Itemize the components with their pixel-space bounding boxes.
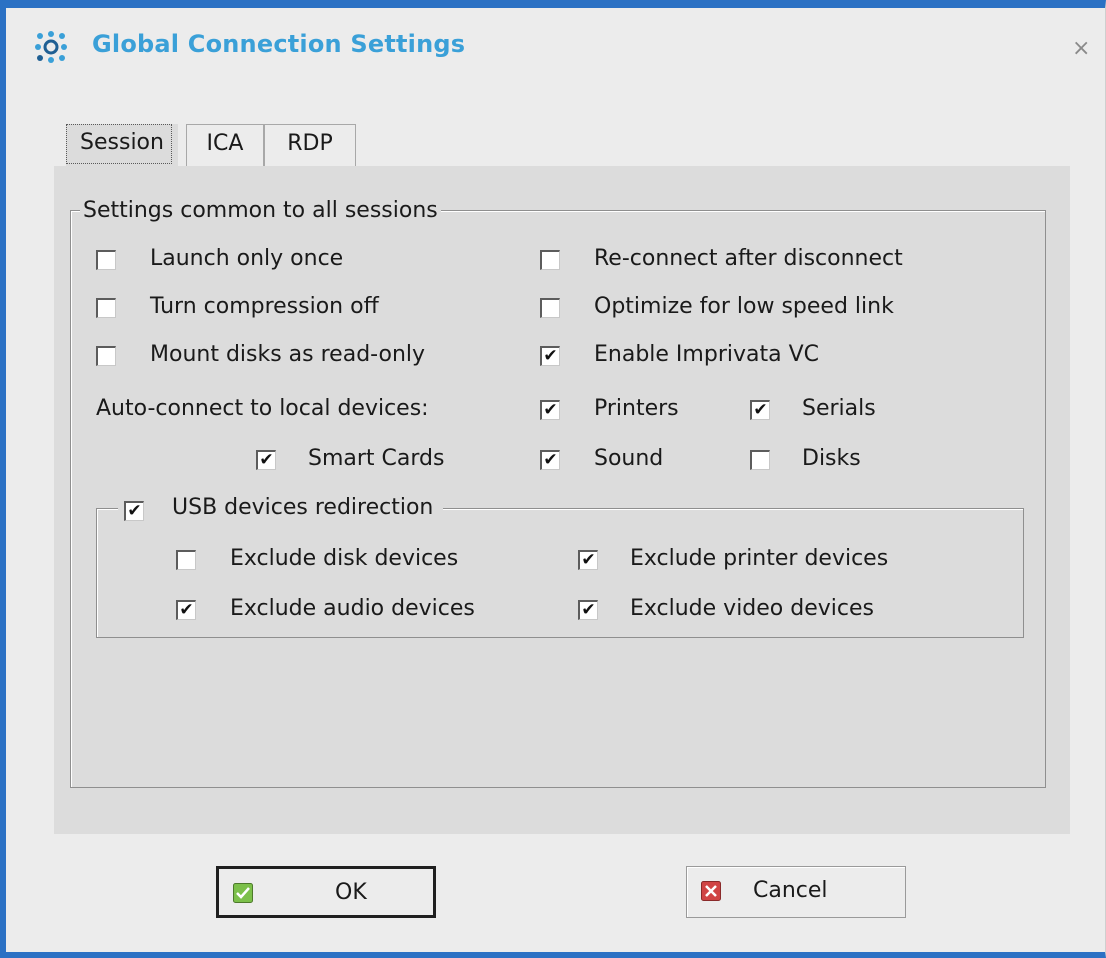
disks-checkbox[interactable]: [750, 450, 770, 470]
usb-redirection-label: USB devices redirection: [172, 495, 434, 520]
usb-redirection-header: ✔ USB devices redirection: [118, 494, 444, 524]
tab-rdp[interactable]: RDP: [264, 124, 356, 166]
imprivata-checkbox[interactable]: ✔: [540, 346, 560, 366]
tab-session[interactable]: Session: [66, 124, 178, 166]
mount-read-only-label: Mount disks as read-only: [150, 342, 426, 367]
exclude-printer-label: Exclude printer devices: [630, 546, 889, 571]
reconnect-checkbox[interactable]: [540, 250, 560, 270]
exclude-video-checkbox[interactable]: ✔: [578, 600, 598, 620]
dialog-title: Global Connection Settings: [92, 30, 466, 58]
usb-redirection-checkbox[interactable]: ✔: [124, 501, 144, 521]
reconnect-label: Re-connect after disconnect: [594, 246, 903, 271]
cancel-button[interactable]: Cancel: [686, 866, 906, 918]
sound-checkbox[interactable]: ✔: [540, 450, 560, 470]
sound-label: Sound: [594, 446, 664, 471]
compression-off-checkbox[interactable]: [96, 298, 116, 318]
launch-only-once-label: Launch only once: [150, 246, 344, 271]
check-icon: [233, 883, 253, 903]
exclude-audio-label: Exclude audio devices: [230, 596, 475, 621]
smart-cards-checkbox[interactable]: ✔: [256, 450, 276, 470]
cancel-button-label: Cancel: [753, 878, 828, 903]
launch-only-once-checkbox[interactable]: [96, 250, 116, 270]
exclude-disk-checkbox[interactable]: [176, 550, 196, 570]
group-title: Settings common to all sessions: [80, 198, 441, 224]
exclude-printer-checkbox[interactable]: ✔: [578, 550, 598, 570]
disks-label: Disks: [802, 446, 861, 471]
cancel-icon: [701, 881, 721, 901]
optimize-low-speed-label: Optimize for low speed link: [594, 294, 894, 319]
printers-label: Printers: [594, 396, 679, 421]
settings-dots-icon: [35, 31, 67, 63]
ok-button-label: OK: [335, 880, 367, 905]
tab-rdp-label: RDP: [287, 131, 333, 156]
serials-label: Serials: [802, 396, 876, 421]
compression-off-label: Turn compression off: [150, 294, 379, 319]
smart-cards-label: Smart Cards: [308, 446, 445, 471]
serials-checkbox[interactable]: ✔: [750, 400, 770, 420]
mount-read-only-checkbox[interactable]: [96, 346, 116, 366]
auto-connect-label: Auto-connect to local devices:: [96, 396, 429, 421]
tab-focus-indicator: [66, 124, 172, 164]
exclude-audio-checkbox[interactable]: ✔: [176, 600, 196, 620]
printers-checkbox[interactable]: ✔: [540, 400, 560, 420]
exclude-video-label: Exclude video devices: [630, 596, 874, 621]
optimize-low-speed-checkbox[interactable]: [540, 298, 560, 318]
imprivata-label: Enable Imprivata VC: [594, 342, 819, 367]
tab-ica-label: ICA: [206, 131, 244, 156]
ok-button[interactable]: OK: [216, 866, 436, 918]
tab-ica[interactable]: ICA: [186, 124, 264, 166]
close-button[interactable]: ×: [1072, 38, 1090, 60]
exclude-disk-label: Exclude disk devices: [230, 546, 459, 571]
